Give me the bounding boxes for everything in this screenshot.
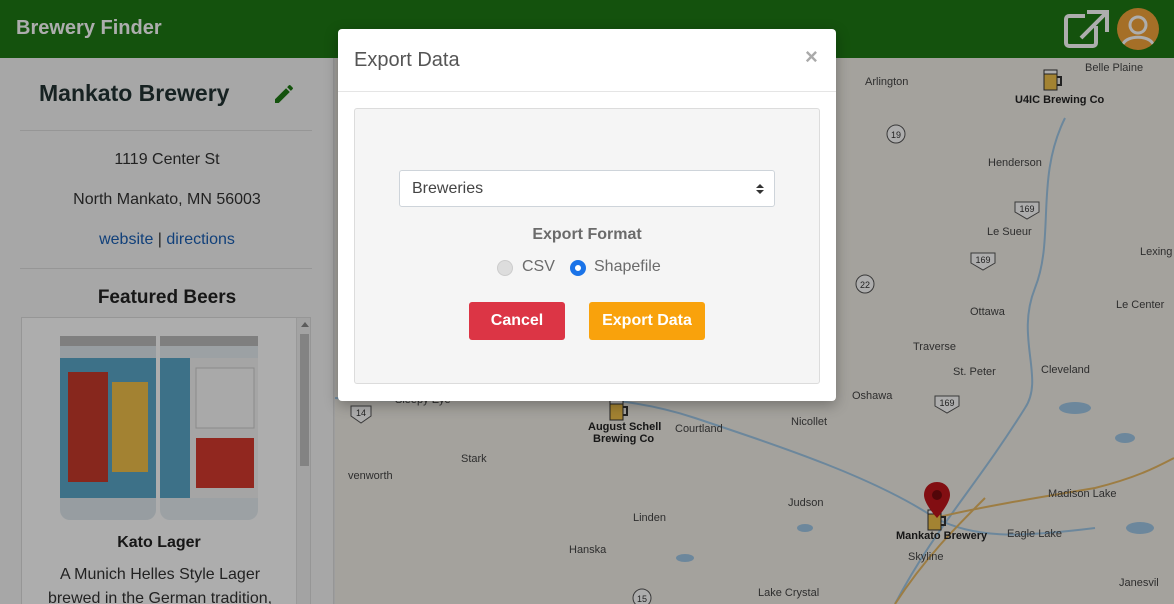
export-data-modal: Export Data × Breweries Export Format CS…: [338, 29, 836, 401]
modal-header: Export Data ×: [338, 29, 836, 92]
csv-radio[interactable]: [497, 260, 513, 276]
modal-title: Export Data: [354, 49, 460, 71]
layer-select-value: Breweries: [412, 180, 484, 197]
shapefile-radio[interactable]: [570, 260, 586, 276]
select-caret-icon: [756, 184, 764, 194]
close-icon[interactable]: ×: [805, 44, 818, 70]
export-format-title: Export Format: [532, 226, 642, 243]
export-options-panel: Breweries Export Format CSV Shapefile Ca…: [354, 108, 820, 384]
export-data-button[interactable]: Export Data: [589, 302, 705, 340]
cancel-button[interactable]: Cancel: [469, 302, 565, 340]
csv-label[interactable]: CSV: [522, 258, 555, 276]
layer-select[interactable]: Breweries: [399, 170, 775, 207]
shapefile-label[interactable]: Shapefile: [594, 258, 661, 276]
